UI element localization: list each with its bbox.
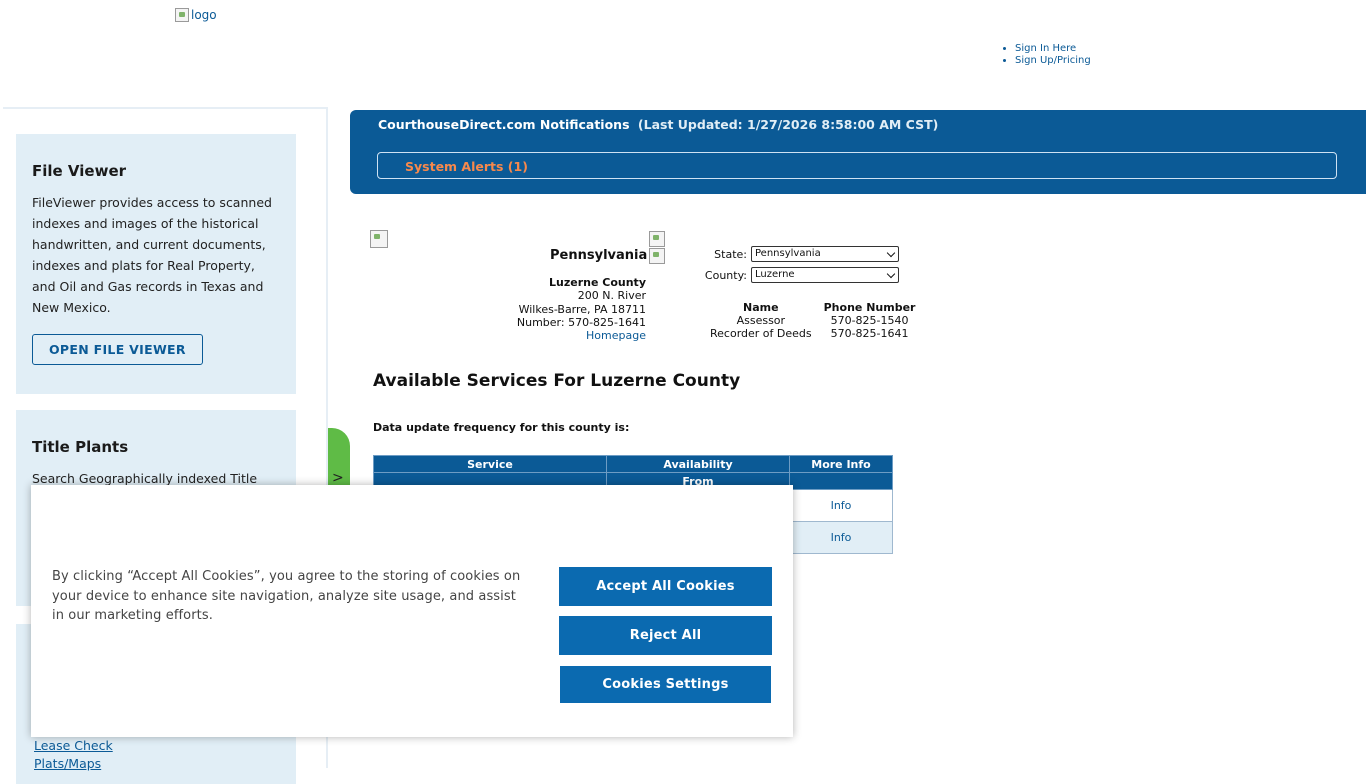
state-select[interactable]: Pennsylvania <box>751 246 899 262</box>
table-row: Assessor 570-825-1540 <box>704 314 921 327</box>
state-images <box>649 231 665 264</box>
address-line-1: 200 N. River <box>577 289 646 303</box>
state-select-row: State: Pennsylvania <box>701 246 899 262</box>
broken-image-icon <box>175 8 189 22</box>
services-subheader-blank <box>789 472 893 490</box>
logo-alt-text: logo <box>191 8 217 22</box>
county-contacts: Name Phone Number Assessor 570-825-1540 … <box>704 301 921 340</box>
accept-all-cookies-button[interactable]: Accept All Cookies <box>559 567 772 606</box>
county-address: Luzerne County 200 N. River Wilkes-Barre… <box>480 276 646 342</box>
contacts-header-name: Name <box>743 301 779 314</box>
plats-maps-link[interactable]: Plats/Maps <box>34 755 113 773</box>
services-title: Available Services For Luzerne County <box>373 371 741 391</box>
contacts-header-phone: Phone Number <box>823 301 916 314</box>
sign-up-pricing-link[interactable]: Sign Up/Pricing <box>1015 55 1091 66</box>
system-alerts-label: System Alerts (1) <box>405 159 528 174</box>
info-link[interactable]: Info <box>831 499 852 512</box>
sign-in-link[interactable]: Sign In Here <box>1015 43 1076 54</box>
notifications-heading: CourthouseDirect.com Notifications <box>378 117 630 132</box>
update-frequency-label: Data update frequency for this county is… <box>373 421 630 434</box>
file-viewer-description: FileViewer provides access to scanned in… <box>32 195 272 315</box>
system-alerts-toggle[interactable]: System Alerts (1) <box>377 152 1337 179</box>
cookies-settings-button[interactable]: Cookies Settings <box>560 666 771 703</box>
homepage-link[interactable]: Homepage <box>586 329 646 342</box>
cookie-consent-banner: By clicking “Accept All Cookies”, you ag… <box>31 485 793 737</box>
state-label: State: <box>714 247 747 261</box>
state-name: Pennsylvania <box>550 248 648 263</box>
state-flag-image <box>649 231 665 247</box>
notifications-title: CourthouseDirect.com Notifications (Last… <box>378 117 938 132</box>
notifications-panel: CourthouseDirect.com Notifications (Last… <box>350 110 1366 194</box>
chevron-right-icon: > <box>332 470 344 486</box>
table-row: Recorder of Deeds 570-825-1641 <box>704 327 921 340</box>
lease-check-link[interactable]: Lease Check <box>34 737 113 755</box>
reject-all-button[interactable]: Reject All <box>559 616 772 655</box>
contact-phone: 570-825-1641 <box>830 327 909 340</box>
services-header-service: Service <box>373 455 607 473</box>
county-image <box>370 230 388 248</box>
county-label: County: <box>704 268 747 282</box>
state-seal-image <box>649 248 665 264</box>
county-phone: Number: 570-825-1641 <box>516 315 646 329</box>
county-select-row: County: Luzerne <box>701 267 899 283</box>
cookie-consent-text: By clicking “Accept All Cookies”, you ag… <box>52 569 521 623</box>
open-file-viewer-button[interactable]: OPEN FILE VIEWER <box>32 334 203 365</box>
title-plants-title: Title Plants <box>32 438 129 456</box>
contact-phone: 570-825-1540 <box>830 314 909 327</box>
file-viewer-title: File Viewer <box>32 162 127 180</box>
auth-links: Sign In Here Sign Up/Pricing <box>1002 43 1091 67</box>
services-header-more-info: More Info <box>789 455 893 473</box>
last-updated: (Last Updated: 1/27/2026 8:58:00 AM CST) <box>637 117 939 132</box>
county-select[interactable]: Luzerne <box>751 267 899 283</box>
file-viewer-card: File Viewer FileViewer provides access t… <box>16 134 296 394</box>
contact-name: Assessor <box>736 314 786 327</box>
address-line-2: Wilkes-Barre, PA 18711 <box>518 302 646 316</box>
services-header-availability: Availability <box>606 455 790 473</box>
contact-name: Recorder of Deeds <box>710 327 812 340</box>
sidebar-expand-tab[interactable]: > <box>328 428 350 490</box>
county-name: Luzerne County <box>549 276 646 289</box>
info-link[interactable]: Info <box>831 531 852 544</box>
logo[interactable]: logo <box>175 8 217 22</box>
